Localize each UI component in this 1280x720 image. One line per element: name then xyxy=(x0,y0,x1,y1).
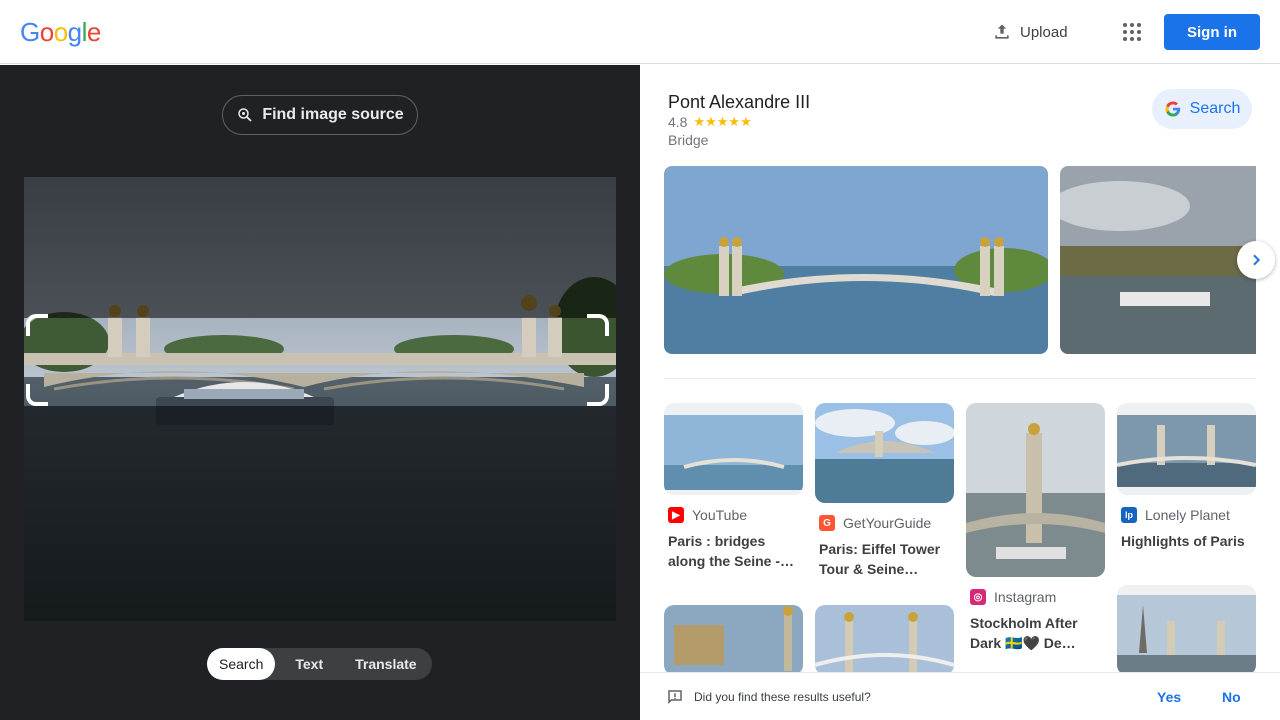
star-rating-icon: ★★★★★ xyxy=(693,114,752,129)
feedback-question: Did you find these results useful? xyxy=(694,690,871,704)
query-image[interactable] xyxy=(24,177,616,621)
feedback-icon xyxy=(668,690,682,705)
result-thumbnail[interactable] xyxy=(815,403,954,503)
feedback-bar: Did you find these results useful? Yes N… xyxy=(640,672,1280,720)
result-card[interactable] xyxy=(664,605,803,675)
entity-rating: 4.8 ★★★★★ xyxy=(668,114,752,130)
crop-handle-top-right[interactable] xyxy=(587,314,609,336)
find-image-source-button[interactable]: Find image source xyxy=(222,95,418,135)
logo-letter: e xyxy=(86,17,101,47)
result-source-name: GetYourGuide xyxy=(843,515,932,531)
crop-handle-top-left[interactable] xyxy=(26,314,48,336)
result-title[interactable]: Paris : bridges along the Seine -… xyxy=(664,531,803,571)
getyourguide-icon: G xyxy=(819,515,835,531)
lonely-planet-icon: lp xyxy=(1121,507,1137,523)
logo-letter: G xyxy=(20,17,40,47)
upload-icon xyxy=(995,24,1009,39)
result-source-name: Instagram xyxy=(994,589,1057,605)
google-g-icon xyxy=(1165,101,1180,117)
find-image-source-label: Find image source xyxy=(262,106,404,123)
youtube-icon: ▶ xyxy=(668,507,684,523)
result-source: G GetYourGuide xyxy=(815,515,954,531)
feedback-yes-button[interactable]: Yes xyxy=(1157,689,1181,705)
result-card[interactable]: G GetYourGuide Paris: Eiffel Tower Tour … xyxy=(815,403,954,579)
entity-title[interactable]: Pont Alexandre III xyxy=(668,92,810,113)
logo-letter: o xyxy=(39,17,54,47)
crop-handle-bottom-right[interactable] xyxy=(587,384,609,406)
result-title[interactable]: Highlights of Paris xyxy=(1117,531,1256,551)
result-thumbnail[interactable] xyxy=(815,605,954,675)
tab-search[interactable]: Search xyxy=(207,648,276,680)
result-source: ▶ YouTube xyxy=(664,507,803,523)
entity-image-1[interactable] xyxy=(664,166,1048,354)
result-source-name: YouTube xyxy=(692,507,748,523)
entity-image-2[interactable] xyxy=(1060,166,1256,354)
result-card[interactable] xyxy=(815,605,954,675)
result-card[interactable]: ▶ YouTube Paris : bridges along the Sein… xyxy=(664,403,803,571)
logo-letter: g xyxy=(67,17,82,47)
result-thumbnail[interactable] xyxy=(664,403,803,495)
result-card[interactable]: lp Lonely Planet Highlights of Paris xyxy=(1117,403,1256,551)
divider xyxy=(664,378,1256,379)
lens-mode-tabs: Search Text Translate xyxy=(207,648,432,680)
result-source-name: Lonely Planet xyxy=(1145,507,1230,523)
result-card[interactable]: ◎ Instagram Stockholm After Dark 🇸🇪🖤 De… xyxy=(966,403,1105,653)
upload-button[interactable]: Upload xyxy=(992,18,1068,46)
tab-text[interactable]: Text xyxy=(283,648,335,680)
search-button-label: Search xyxy=(1189,100,1241,117)
entity-type: Bridge xyxy=(668,132,709,148)
apps-grid-icon[interactable] xyxy=(1120,20,1144,44)
rating-value: 4.8 xyxy=(668,114,688,130)
result-source: ◎ Instagram xyxy=(966,589,1105,605)
google-search-button[interactable]: Search xyxy=(1152,89,1252,129)
google-logo[interactable]: Google xyxy=(20,17,101,48)
instagram-icon: ◎ xyxy=(970,589,986,605)
tab-translate[interactable]: Translate xyxy=(343,648,428,680)
result-title[interactable]: Stockholm After Dark 🇸🇪🖤 De… xyxy=(966,613,1105,653)
carousel-next-button[interactable] xyxy=(1237,241,1275,279)
result-thumbnail[interactable] xyxy=(1117,585,1256,675)
crop-handle-bottom-left[interactable] xyxy=(26,384,48,406)
chevron-right-icon xyxy=(1253,254,1261,266)
logo-letter: o xyxy=(53,17,68,47)
result-thumbnail[interactable] xyxy=(664,605,803,675)
result-source: lp Lonely Planet xyxy=(1117,507,1256,523)
result-card[interactable] xyxy=(1117,585,1256,675)
feedback-no-button[interactable]: No xyxy=(1222,689,1241,705)
sign-in-button[interactable]: Sign in xyxy=(1164,14,1260,50)
result-title[interactable]: Paris: Eiffel Tower Tour & Seine… xyxy=(815,539,954,579)
result-thumbnail[interactable] xyxy=(1117,403,1256,495)
result-thumbnail[interactable] xyxy=(966,403,1105,577)
image-viewer-pane: Find image source Search Text Translate xyxy=(0,65,640,720)
top-bar: Google Upload Sign in xyxy=(0,0,1280,64)
lens-search-icon xyxy=(238,108,252,122)
results-pane: Pont Alexandre III 4.8 ★★★★★ Bridge Sear… xyxy=(640,65,1280,720)
upload-label: Upload xyxy=(1020,23,1068,41)
